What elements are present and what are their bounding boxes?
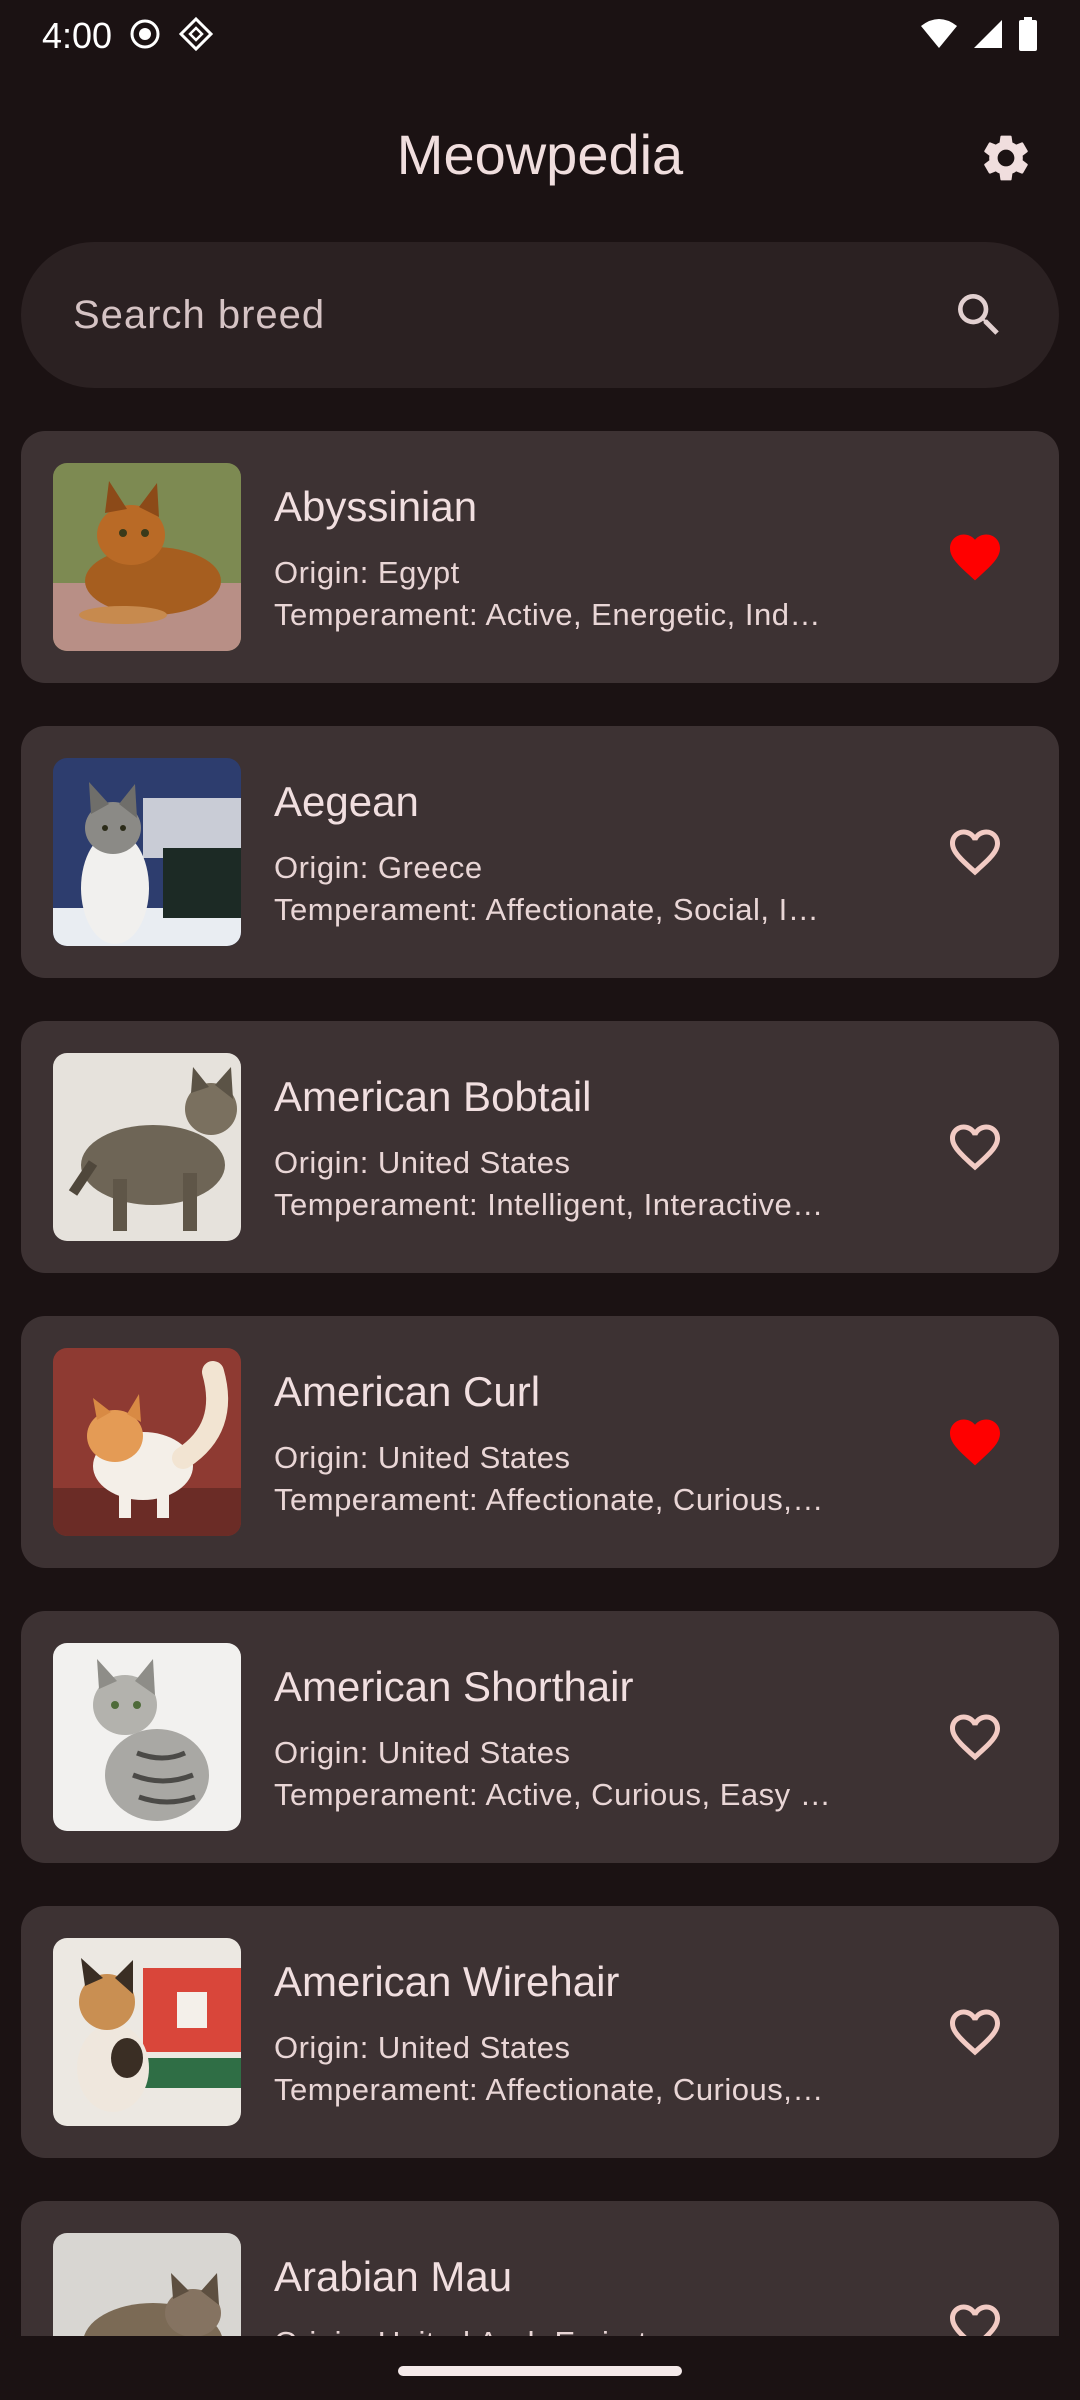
- breed-name: Aegean: [274, 778, 419, 825]
- home-indicator[interactable]: [398, 2366, 682, 2376]
- search-icon[interactable]: [951, 287, 1007, 343]
- signal-icon: [972, 18, 1004, 55]
- wifi-icon: [920, 18, 958, 55]
- breed-photo: [53, 1643, 241, 1831]
- heart-outline-icon: [950, 1124, 1000, 1171]
- heart-outline-icon: [950, 2009, 1000, 2056]
- breed-origin: Origin: Greece: [274, 850, 483, 885]
- heart-outline-icon: [950, 1714, 1000, 1761]
- breed-photo: [53, 1938, 241, 2126]
- favorite-button[interactable]: [943, 2295, 1007, 2336]
- heart-outline-icon: [950, 2304, 1000, 2336]
- breed-origin: Origin: United States: [274, 1735, 571, 1770]
- status-right: [920, 16, 1038, 56]
- breed-card[interactable]: Aegean Origin: Greece Temperament: Affec…: [21, 726, 1059, 978]
- breed-temperament: Temperament: Active, Energetic, Ind…: [274, 597, 821, 632]
- app-title: Meowpedia: [396, 123, 684, 186]
- breed-name: Arabian Mau: [274, 2253, 513, 2300]
- heart-outline-icon: [950, 829, 1000, 876]
- breed-temperament: Temperament: Active, Curious, Easy …: [274, 1777, 832, 1812]
- breed-name: American Shorthair: [274, 1663, 634, 1710]
- breed-card[interactable]: American Shorthair Origin: United States…: [21, 1611, 1059, 1863]
- heart-filled-icon: [950, 1419, 1000, 1466]
- favorite-button[interactable]: [943, 2000, 1007, 2064]
- settings-button[interactable]: [976, 128, 1036, 188]
- breed-origin: Origin: United Arab Emirates: [274, 2325, 681, 2336]
- status-bar: 4:00: [0, 0, 1080, 72]
- favorite-button[interactable]: [943, 820, 1007, 884]
- breed-photo: [53, 1348, 241, 1536]
- breed-list[interactable]: Abyssinian Origin: Egypt Temperament: Ac…: [0, 430, 1080, 2336]
- breed-name: American Wirehair: [274, 1958, 620, 2005]
- record-icon: [128, 17, 162, 56]
- favorite-button[interactable]: [943, 525, 1007, 589]
- favorite-button[interactable]: [943, 1705, 1007, 1769]
- breed-origin: Origin: United States: [274, 2030, 571, 2065]
- breed-origin: Origin: Egypt: [274, 555, 460, 590]
- breed-name: American Curl: [274, 1368, 541, 1415]
- gear-icon: [984, 135, 1028, 181]
- breed-card[interactable]: American Wirehair Origin: United States …: [21, 1906, 1059, 2158]
- breed-temperament: Temperament: Intelligent, Interactive…: [274, 1187, 824, 1222]
- breed-card[interactable]: American Bobtail Origin: United States T…: [21, 1021, 1059, 1273]
- breed-name: American Bobtail: [274, 1073, 592, 1120]
- breed-temperament: Temperament: Affectionate, Curious,…: [274, 1482, 824, 1517]
- status-left: 4:00: [42, 15, 214, 57]
- app-bar: Meowpedia: [0, 110, 1080, 206]
- heart-filled-icon: [950, 534, 1000, 581]
- breed-name: Abyssinian: [274, 483, 478, 530]
- status-time: 4:00: [42, 15, 113, 56]
- breed-card[interactable]: Arabian Mau Origin: United Arab Emirates: [21, 2201, 1059, 2336]
- navigation-bar: [0, 2336, 1080, 2400]
- breed-photo: [53, 758, 241, 946]
- favorite-button[interactable]: [943, 1410, 1007, 1474]
- breed-photo: [53, 463, 241, 651]
- breed-temperament: Temperament: Affectionate, Curious,…: [274, 2072, 824, 2107]
- breed-temperament: Temperament: Affectionate, Social, I…: [274, 892, 820, 927]
- breed-card[interactable]: Abyssinian Origin: Egypt Temperament: Ac…: [21, 431, 1059, 683]
- breed-photo: [53, 2233, 241, 2336]
- breed-photo: [53, 1053, 241, 1241]
- search-input[interactable]: Search breed: [73, 293, 951, 338]
- favorite-button[interactable]: [943, 1115, 1007, 1179]
- breed-origin: Origin: United States: [274, 1145, 571, 1180]
- diamond-icon: [178, 16, 214, 57]
- breed-origin: Origin: United States: [274, 1440, 571, 1475]
- breed-card[interactable]: American Curl Origin: United States Temp…: [21, 1316, 1059, 1568]
- battery-icon: [1018, 16, 1038, 56]
- search-bar[interactable]: Search breed: [21, 242, 1059, 388]
